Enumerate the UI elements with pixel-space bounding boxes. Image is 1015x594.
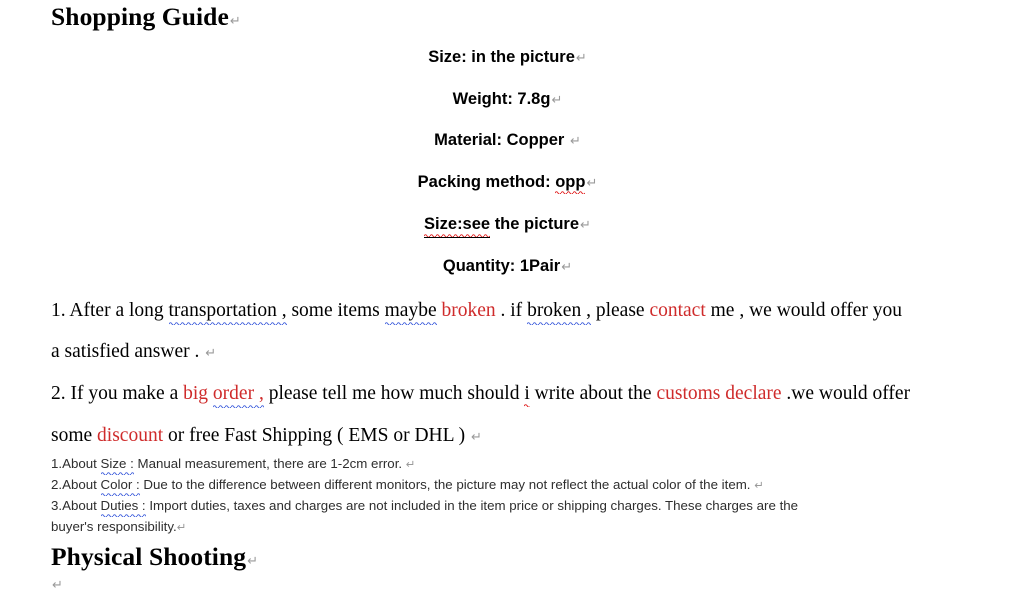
spec-line-material: Material: Copper ↵ bbox=[0, 130, 1015, 152]
note-about-duties-prefix: 3.About bbox=[51, 498, 101, 513]
paragraph-mark-icon: ↵ bbox=[205, 346, 217, 361]
note-about-duties-topic: Duties : bbox=[100, 498, 146, 517]
spec-line-size-see-label: Size:see bbox=[424, 215, 491, 238]
paragraph-mark-icon: ↵ bbox=[754, 478, 764, 492]
paragraph-mark-icon: ↵ bbox=[229, 14, 241, 29]
paragraph-mark-icon: ↵ bbox=[586, 176, 598, 191]
paragraph-mark-icon: ↵ bbox=[247, 554, 259, 569]
paragraph-mark-icon: ↵ bbox=[52, 578, 63, 593]
terms-item-2-line-2-rest: or free Fast Shipping ( EMS or DHL ) bbox=[163, 425, 471, 446]
section-title-physical-shooting: Physical Shooting↵ bbox=[51, 542, 258, 577]
spec-line-weight: Weight: 7.8g↵ bbox=[0, 89, 1015, 111]
terms-item-2-seg-f: write about the bbox=[529, 383, 657, 404]
terms-item-2-seg-a: If you make a bbox=[65, 383, 184, 404]
spec-line-packing-method: Packing method: opp↵ bbox=[0, 172, 1015, 194]
spec-line-size-see-value: the picture bbox=[494, 215, 580, 233]
paragraph-mark-icon: ↵ bbox=[575, 51, 587, 66]
note-about-size-topic: Size : bbox=[100, 456, 134, 475]
terms-item-2-number: 2. bbox=[51, 383, 66, 404]
note-about-size-text: Manual measurement, there are 1-2cm erro… bbox=[133, 456, 406, 471]
terms-item-2-seg-d: please tell me how much should bbox=[263, 383, 525, 404]
terms-item-1-line-2: a satisfied answer . ↵ bbox=[51, 331, 981, 374]
terms-item-1-seg-g: . if bbox=[495, 300, 528, 321]
paragraph-mark-icon: ↵ bbox=[551, 93, 563, 108]
section-title-text: Physical Shooting bbox=[51, 542, 247, 571]
spec-line-packing-value: opp bbox=[555, 173, 586, 194]
terms-item-1-line-2-text: a satisfied answer . bbox=[51, 341, 205, 362]
terms-item-1-maybe: maybe bbox=[384, 300, 437, 325]
terms-item-1-broken-2: broken , bbox=[527, 300, 591, 325]
note-about-duties-text: Import duties, taxes and charges are not… bbox=[145, 498, 799, 513]
terms-item-1-broken-1: broken bbox=[441, 300, 496, 321]
spec-line-weight-text: Weight: 7.8g bbox=[452, 90, 551, 108]
terms-item-1-transportation: transportation , bbox=[168, 300, 287, 325]
spec-line-size: Size: in the picture↵ bbox=[0, 47, 1015, 69]
terms-item-2-discount: discount bbox=[97, 425, 164, 446]
terms-item-2-customs-declare: customs declare bbox=[656, 383, 782, 404]
trailing-empty-paragraph: ↵ bbox=[51, 576, 63, 594]
note-about-duties: 3.About Duties : Import duties, taxes an… bbox=[51, 495, 991, 517]
terms-item-2-line-2: some discount or free Fast Shipping ( EM… bbox=[51, 415, 981, 458]
terms-item-1-seg-c: some items bbox=[286, 300, 385, 321]
spec-line-quantity-text: Quantity: 1Pair bbox=[442, 257, 561, 275]
page-title: Shopping Guide↵ bbox=[51, 2, 241, 37]
terms-item-2-seg-h: .we would offer bbox=[781, 383, 911, 404]
terms-item-2-order: order , bbox=[212, 383, 264, 408]
page-title-text: Shopping Guide bbox=[51, 2, 229, 31]
paragraph-mark-icon: ↵ bbox=[176, 520, 187, 534]
paragraph-mark-icon: ↵ bbox=[471, 430, 482, 445]
terms-item-1: 1. After a long transportation , some it… bbox=[51, 290, 981, 331]
paragraph-mark-icon: ↵ bbox=[580, 218, 591, 233]
spec-line-size-see: Size:see the picture↵ bbox=[0, 214, 1015, 238]
terms-item-1-contact: contact bbox=[649, 300, 706, 321]
note-about-color-text: Due to the difference between different … bbox=[139, 477, 755, 492]
spec-line-packing-label: Packing method: bbox=[417, 173, 551, 191]
terms-item-2: 2. If you make a big order , please tell… bbox=[51, 373, 991, 414]
note-about-duties-line-2: buyer's responsibility.↵ bbox=[51, 516, 991, 538]
terms-item-2-big: big bbox=[183, 383, 213, 404]
note-about-size: 1.About Size : Manual measurement, there… bbox=[51, 453, 991, 475]
paragraph-mark-icon: ↵ bbox=[569, 134, 581, 149]
note-about-size-prefix: 1.About bbox=[51, 456, 101, 471]
paragraph-mark-icon: ↵ bbox=[405, 457, 416, 471]
terms-item-2-line-2-prefix: some bbox=[51, 425, 98, 446]
note-about-color-topic: Color : bbox=[100, 477, 140, 496]
terms-item-1-seg-a: After a long bbox=[65, 300, 169, 321]
terms-item-1-seg-i: please bbox=[590, 300, 650, 321]
note-about-duties-line-2-text: buyer's responsibility. bbox=[51, 519, 177, 534]
note-about-color-prefix: 2.About bbox=[51, 477, 101, 492]
terms-item-1-number: 1. bbox=[51, 300, 66, 321]
spec-line-quantity: Quantity: 1Pair↵ bbox=[0, 256, 1015, 278]
terms-item-1-seg-k: me , we would offer you bbox=[705, 300, 902, 321]
document-page: Shopping Guide↵ Size: in the picture↵ We… bbox=[0, 0, 1015, 593]
note-about-color: 2.About Color : Due to the difference be… bbox=[51, 474, 991, 496]
spec-line-material-text: Material: Copper bbox=[434, 131, 569, 149]
spec-line-size-text: Size: in the picture bbox=[428, 48, 575, 66]
paragraph-mark-icon: ↵ bbox=[561, 260, 573, 275]
